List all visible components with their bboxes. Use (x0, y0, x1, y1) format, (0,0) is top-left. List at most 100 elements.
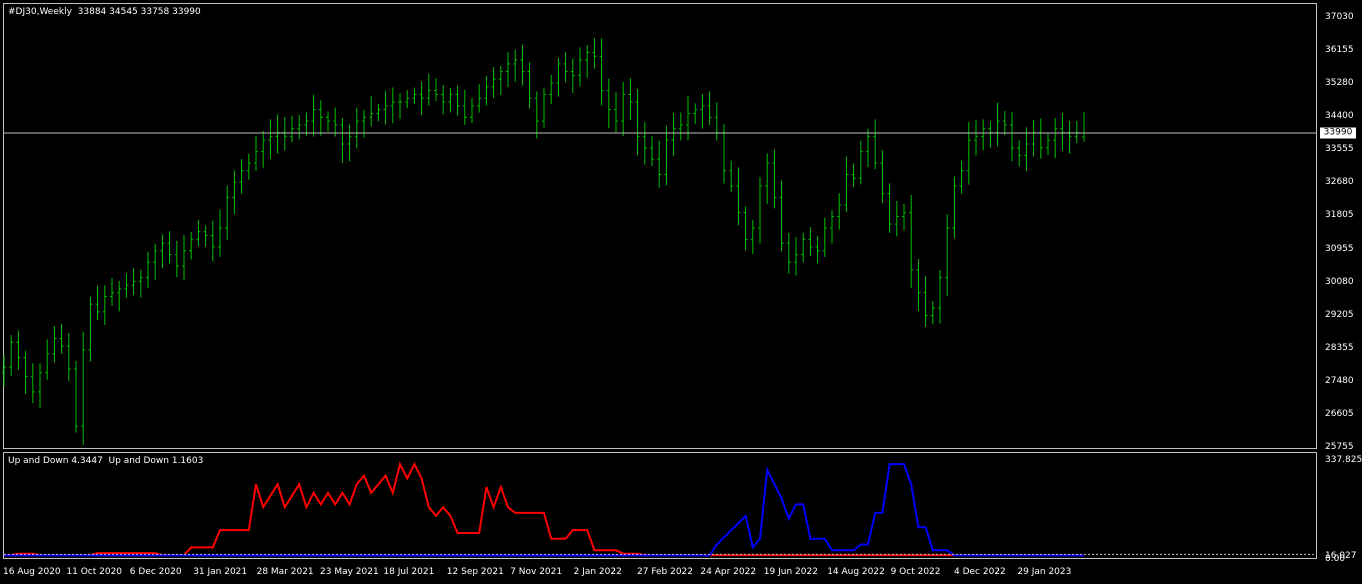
price-bar (693, 103, 698, 125)
price-axis-label: 34400 (1325, 111, 1354, 122)
price-bar (484, 75, 489, 106)
price-axis-label: 28355 (1325, 342, 1354, 353)
price-bar (916, 259, 921, 312)
price-bar (261, 130, 266, 168)
price-bar (606, 78, 611, 129)
price-bar (678, 112, 683, 141)
time-axis-label: 29 Jan 2023 (1017, 567, 1072, 577)
price-bar (2, 354, 6, 387)
time-axis-label: 18 Jul 2021 (383, 567, 435, 577)
price-bar (909, 195, 914, 289)
price-bar (758, 177, 762, 244)
price-bar (412, 87, 417, 105)
time-axis-label: 6 Dec 2020 (129, 567, 182, 577)
price-bar (945, 214, 950, 297)
price-bar (1038, 118, 1043, 159)
price-bar (614, 92, 618, 133)
price-bar (102, 285, 107, 325)
price-axis-label: 30955 (1325, 243, 1354, 254)
price-bar (995, 102, 1000, 147)
time-axis-label: 27 Feb 2022 (637, 567, 694, 577)
price-bar (902, 203, 906, 231)
price-bar (146, 251, 150, 288)
price-bar (1053, 117, 1058, 159)
price-bar (621, 82, 626, 137)
price-bar (563, 52, 568, 83)
price-bar (455, 85, 460, 116)
price-bar (628, 78, 633, 120)
price-bar (959, 160, 964, 194)
time-axis-label: 4 Dec 2022 (954, 567, 1006, 577)
price-bar (282, 116, 287, 151)
price-bar (729, 160, 734, 192)
current-price-label: 33990 (1320, 127, 1356, 139)
price-bar (66, 332, 71, 382)
indicator-down-line (4, 463, 1084, 557)
price-bar (520, 44, 525, 86)
price-bar (426, 73, 431, 106)
price-bar (1010, 111, 1014, 162)
indicator-up-line (4, 461, 1084, 557)
price-bar (794, 236, 798, 276)
price-bar (736, 167, 741, 226)
price-axis-label: 26605 (1325, 408, 1354, 419)
price-bar (542, 87, 546, 128)
price-bar (174, 240, 179, 278)
price-bar (664, 125, 669, 186)
price-bar (390, 87, 395, 124)
chart-canvas[interactable] (0, 0, 1362, 584)
price-bar (894, 200, 899, 237)
price-bar (441, 84, 446, 115)
price-bar (477, 84, 482, 113)
price-bar (815, 235, 820, 264)
price-bar (297, 114, 302, 140)
price-bar (74, 360, 78, 433)
price-bar (81, 331, 86, 445)
price-bar (585, 45, 590, 78)
time-axis-label: 14 Aug 2022 (827, 567, 885, 577)
price-bar (527, 62, 532, 109)
price-bar (556, 57, 561, 97)
price-bar (30, 363, 35, 404)
price-bar (419, 81, 424, 116)
price-bar (232, 170, 237, 215)
price-bar (311, 94, 316, 137)
price-bar (952, 176, 957, 239)
price-bar (239, 158, 244, 194)
price-bar (268, 119, 273, 159)
price-bar (347, 124, 352, 162)
price-bar (203, 225, 208, 247)
price-bar (290, 115, 294, 143)
price-bar (1046, 133, 1050, 156)
price-bar (873, 119, 878, 170)
price-bar (182, 234, 186, 281)
price-bar (686, 95, 690, 141)
indicator-axis: 337.825 16.027 0.00 (1319, 452, 1362, 564)
price-bar (318, 100, 323, 136)
time-axis-label: 24 Apr 2022 (700, 567, 757, 577)
time-axis-label: 19 Jun 2022 (763, 567, 818, 577)
time-axis-label: 23 May 2021 (320, 567, 379, 577)
price-bar (398, 93, 402, 119)
time-axis-label: 31 Jan 2021 (193, 567, 248, 577)
price-axis-label: 31805 (1325, 210, 1354, 221)
price-bar (326, 111, 330, 132)
price-axis-label: 35280 (1325, 78, 1354, 89)
price-bar (506, 52, 510, 88)
price-bar (707, 91, 712, 126)
price-axis-label: 29205 (1325, 309, 1354, 320)
indicator-axis-top: 337.825 (1325, 455, 1362, 465)
price-bar (837, 193, 842, 230)
price-bar (88, 296, 93, 362)
price-bar (153, 243, 158, 281)
price-bar (225, 185, 230, 241)
price-bar (167, 231, 172, 264)
price-bar (498, 65, 503, 95)
price-bar (592, 37, 597, 69)
price-bar (434, 78, 438, 101)
price-bar (369, 95, 374, 127)
price-bar (887, 183, 892, 233)
price-bar (138, 269, 143, 298)
price-bar (218, 209, 222, 258)
price-bar (599, 38, 604, 106)
